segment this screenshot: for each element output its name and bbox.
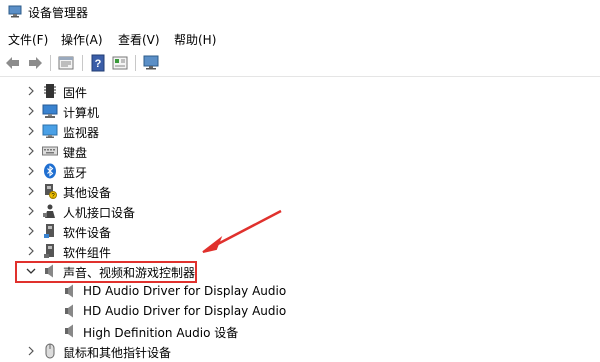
tree-node-keyboards[interactable]: 键盘 — [0, 141, 600, 161]
back-arrow-icon[interactable] — [3, 53, 23, 73]
firmware-icon — [42, 83, 58, 99]
svg-text:?: ? — [95, 58, 102, 70]
tree-node-other-devices[interactable]: ? 其他设备 — [0, 181, 600, 201]
bluetooth-icon — [42, 163, 58, 179]
highlight-box — [15, 261, 197, 283]
menu-help[interactable]: 帮助(H) — [174, 31, 216, 48]
tree-node-label: 计算机 — [63, 106, 100, 120]
tree-node-label: HD Audio Driver for Display Audio — [83, 304, 287, 318]
tree-node-firmware[interactable]: 固件 — [0, 81, 600, 101]
toolbar-divider — [0, 76, 600, 77]
chevron-right-icon[interactable] — [25, 205, 37, 217]
tree-node-label: 鼠标和其他指针设备 — [63, 346, 172, 360]
tree-node-mice[interactable]: 鼠标和其他指针设备 — [0, 341, 600, 361]
hid-icon — [42, 203, 58, 219]
menu-file[interactable]: 文件(F) — [8, 31, 48, 48]
chevron-right-icon[interactable] — [25, 225, 37, 237]
tree-node-label: 其他设备 — [63, 186, 112, 200]
toolbar-separator — [50, 55, 51, 71]
tree-node-monitors[interactable]: 监视器 — [0, 121, 600, 141]
menu-view[interactable]: 查看(V) — [118, 31, 160, 48]
other-devices-icon: ? — [42, 183, 58, 200]
tree-node-computer[interactable]: 计算机 — [0, 101, 600, 121]
tree-node-bluetooth[interactable]: 蓝牙 — [0, 161, 600, 181]
tree-node-label: 固件 — [63, 86, 88, 100]
chevron-right-icon[interactable] — [25, 345, 37, 357]
device-tree: 固件 计算机 监视器 键盘 蓝牙 ? 其他设备 人机接口设备 软件设备 软件组件… — [0, 80, 600, 360]
software-component-icon — [42, 243, 58, 259]
tree-node-software-components[interactable]: 软件组件 — [0, 241, 600, 261]
forward-arrow-icon[interactable] — [25, 53, 45, 73]
chevron-right-icon[interactable] — [25, 125, 37, 137]
mouse-icon — [42, 343, 58, 359]
chevron-right-icon[interactable] — [25, 105, 37, 117]
menu-action[interactable]: 操作(A) — [61, 31, 103, 48]
tree-node-label: 人机接口设备 — [63, 206, 136, 220]
monitor-icon — [42, 123, 58, 139]
chevron-right-icon[interactable] — [25, 245, 37, 257]
tree-child-hd-audio-display-1[interactable]: HD Audio Driver for Display Audio — [0, 281, 600, 301]
properties-sheet-icon[interactable] — [56, 53, 76, 73]
help-icon[interactable]: ? — [88, 53, 108, 73]
speaker-icon — [62, 283, 78, 299]
chevron-right-icon[interactable] — [25, 85, 37, 97]
window-title: 设备管理器 — [28, 6, 89, 20]
tree-node-label: 监视器 — [63, 126, 100, 140]
driver-update-icon[interactable] — [110, 53, 130, 73]
tree-node-label: HD Audio Driver for Display Audio — [83, 284, 287, 298]
computer-icon — [42, 103, 58, 119]
toolbar-separator — [82, 55, 83, 71]
software-device-icon — [42, 223, 58, 239]
menu-bar: 文件(F) 操作(A) 查看(V) 帮助(H) — [0, 27, 600, 49]
tree-node-label: 蓝牙 — [63, 166, 88, 180]
keyboard-icon — [42, 143, 58, 159]
tree-node-label: 软件设备 — [63, 226, 112, 240]
tree-node-label: 键盘 — [63, 146, 88, 160]
speaker-icon — [62, 303, 78, 319]
toolbar-separator — [135, 55, 136, 71]
chevron-right-icon[interactable] — [25, 185, 37, 197]
tree-child-high-definition-audio[interactable]: High Definition Audio 设备 — [0, 321, 600, 341]
device-manager-app-icon — [8, 4, 22, 18]
monitor-scan-icon[interactable] — [141, 53, 161, 73]
tree-node-label: 软件组件 — [63, 246, 112, 260]
tree-child-hd-audio-display-2[interactable]: HD Audio Driver for Display Audio — [0, 301, 600, 321]
tree-node-label: High Definition Audio 设备 — [83, 326, 239, 340]
title-bar: 设备管理器 — [0, 0, 600, 26]
chevron-right-icon[interactable] — [25, 145, 37, 157]
tree-node-hid[interactable]: 人机接口设备 — [0, 201, 600, 221]
toolbar: ? — [0, 50, 600, 76]
chevron-right-icon[interactable] — [25, 165, 37, 177]
speaker-icon — [62, 323, 78, 339]
tree-node-software-devices[interactable]: 软件设备 — [0, 221, 600, 241]
